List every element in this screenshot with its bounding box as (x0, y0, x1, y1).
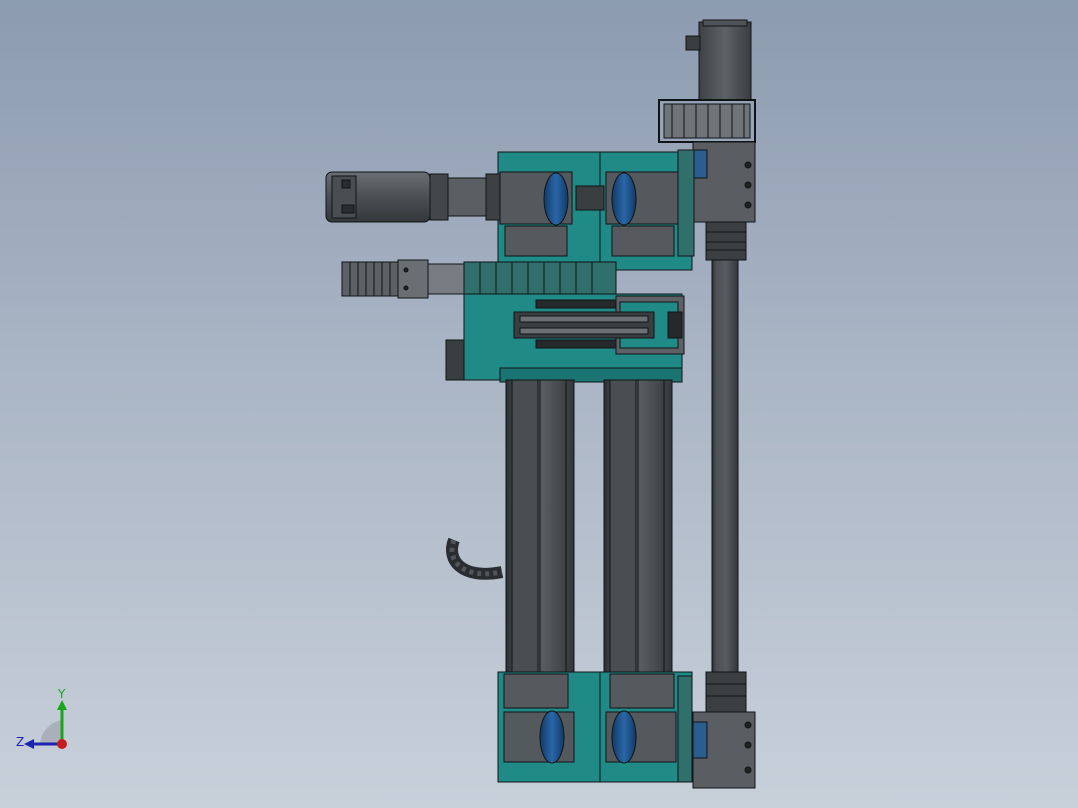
cad-viewport[interactable]: Y Z (0, 0, 1078, 808)
origin-dot (57, 739, 67, 749)
top-carriage[interactable] (497, 149, 695, 271)
axis-triad: Y Z (16, 687, 67, 749)
horizontal-cable-chain (341, 259, 617, 299)
y-axis-label: Y (57, 687, 66, 701)
top-cable-chain (658, 99, 756, 143)
z-axis-label: Z (16, 735, 24, 749)
middle-mount-plate[interactable] (445, 293, 685, 383)
right-linear-module[interactable] (603, 379, 673, 681)
left-servo-motor[interactable] (325, 171, 501, 223)
bottom-carriage[interactable] (497, 671, 693, 783)
left-linear-module[interactable] (505, 379, 575, 681)
curved-cable-chain (446, 537, 504, 580)
right-sight-window (611, 172, 637, 226)
gantry-model[interactable] (0, 0, 1078, 808)
lower-right-sight-window (611, 710, 637, 764)
lower-left-sight-window (539, 710, 565, 764)
left-sight-window (543, 172, 569, 226)
z-axis-screw (711, 259, 739, 673)
top-servo-motor[interactable] (698, 21, 752, 101)
